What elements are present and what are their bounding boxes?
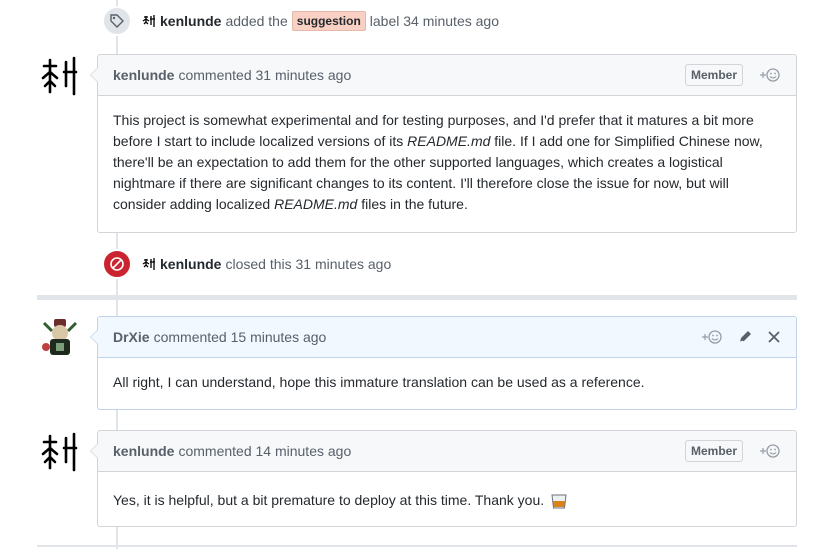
event-text: closed this 31 minutes ago xyxy=(225,256,392,272)
member-badge: Member xyxy=(684,440,743,462)
comment-author-link[interactable]: DrXie xyxy=(113,329,150,345)
add-reaction-button[interactable] xyxy=(759,67,781,83)
filename-text: README.md xyxy=(274,196,358,212)
comment-timestamp[interactable]: commented 14 minutes ago xyxy=(178,443,351,459)
closed-event: kenlunde closed this 31 minutes ago xyxy=(102,249,391,279)
comment-header: DrXie commented 15 minutes ago xyxy=(98,317,796,358)
closed-icon xyxy=(102,249,132,279)
comment-body: This project is somewhat experimental an… xyxy=(98,96,796,229)
tumbler-glass-icon xyxy=(550,492,568,510)
comment-timestamp[interactable]: commented 31 minutes ago xyxy=(178,67,351,83)
filename-text: README.md xyxy=(407,133,491,149)
tag-icon xyxy=(102,6,132,36)
comment-author-link[interactable]: kenlunde xyxy=(113,443,174,459)
add-reaction-button[interactable] xyxy=(759,443,781,459)
event-author-link[interactable]: kenlunde xyxy=(160,13,221,29)
timeline-separator xyxy=(37,295,797,300)
comment-card: kenlunde commented 14 minutes ago Member… xyxy=(90,430,797,527)
edit-icon[interactable] xyxy=(737,329,753,345)
drxie-avatar[interactable] xyxy=(40,317,80,357)
comment-body: Yes, it is helpful, but a bit premature … xyxy=(98,472,796,525)
kenlunde-avatar[interactable] xyxy=(40,432,80,472)
kenlunde-mini-avatar[interactable] xyxy=(142,14,156,28)
event-text: label 34 minutes ago xyxy=(369,13,499,29)
label-event: kenlunde added the suggestion label 34 m… xyxy=(102,6,499,36)
comment-header: kenlunde commented 31 minutes ago Member xyxy=(98,55,796,96)
comment-author-link[interactable]: kenlunde xyxy=(113,67,174,83)
add-reaction-button[interactable] xyxy=(701,329,723,345)
comment-header: kenlunde commented 14 minutes ago Member xyxy=(98,431,796,472)
timeline-end xyxy=(37,545,797,547)
comment-card: kenlunde commented 31 minutes ago Member… xyxy=(90,54,797,233)
event-text: added the xyxy=(225,13,288,29)
comment-body: All right, I can understand, hope this i… xyxy=(113,374,645,390)
close-icon[interactable] xyxy=(767,330,781,344)
kenlunde-mini-avatar[interactable] xyxy=(142,257,156,271)
comment-card: DrXie commented 15 minutes ago All right… xyxy=(90,316,797,410)
comment-text: Yes, it is helpful, but a bit premature … xyxy=(113,492,545,508)
kenlunde-avatar[interactable] xyxy=(40,56,80,96)
suggestion-label[interactable]: suggestion xyxy=(291,11,366,31)
member-badge: Member xyxy=(684,64,743,86)
comment-timestamp[interactable]: commented 15 minutes ago xyxy=(154,329,327,345)
event-author-link[interactable]: kenlunde xyxy=(160,256,221,272)
comment-text: files in the future. xyxy=(357,196,468,212)
